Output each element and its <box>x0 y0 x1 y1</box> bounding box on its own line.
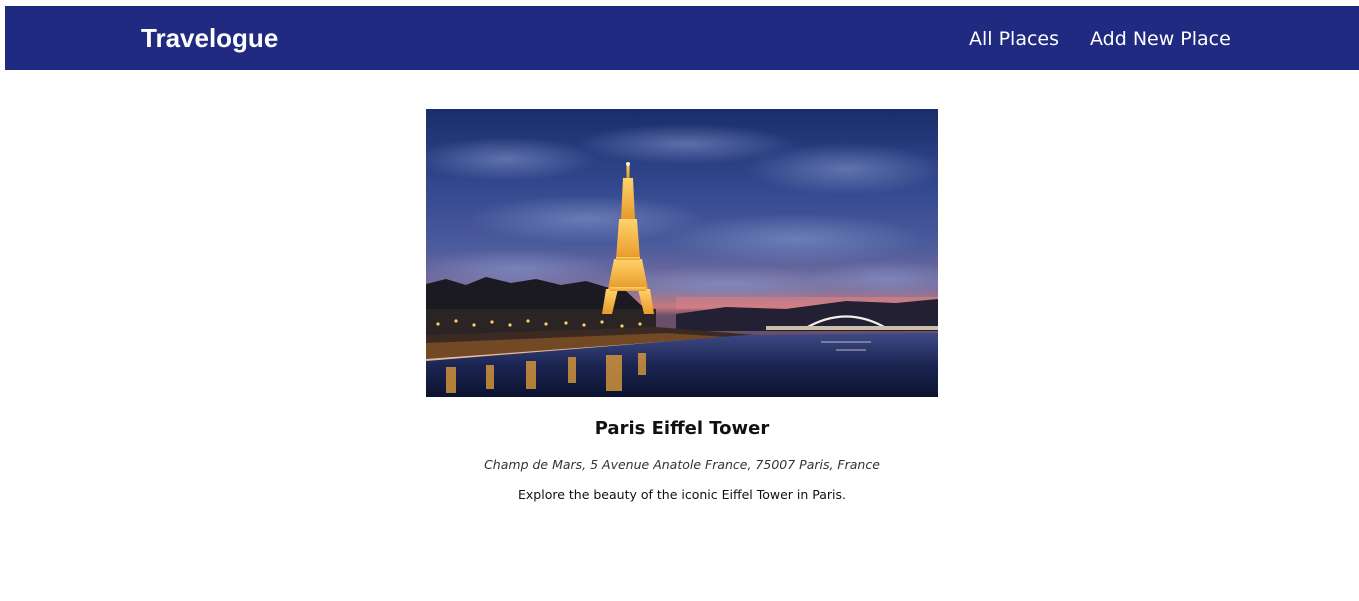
navbar: Travelogue All Places Add New Place <box>5 6 1359 70</box>
nav-all-places-link[interactable]: All Places <box>969 27 1059 51</box>
nav-add-new-place-link[interactable]: Add New Place <box>1090 27 1231 51</box>
place-image <box>426 109 938 397</box>
place-title: Paris Eiffel Tower <box>594 418 770 439</box>
place-address: Champ de Mars, 5 Avenue Anatole France, … <box>484 457 880 472</box>
brand-logo-link[interactable]: Travelogue <box>141 22 278 54</box>
place-description: Explore the beauty of the iconic Eiffel … <box>518 487 846 502</box>
page: Travelogue All Places Add New Place Pari… <box>0 0 1359 601</box>
